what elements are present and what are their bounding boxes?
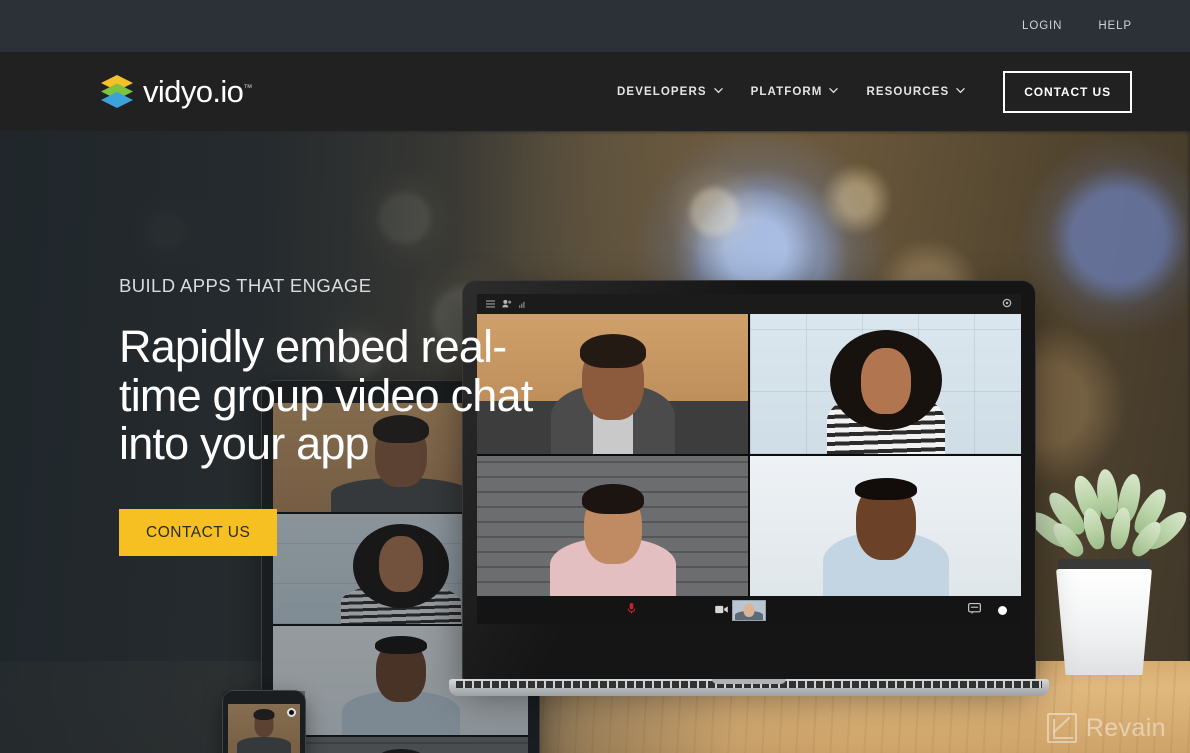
chevron-down-icon	[713, 86, 723, 95]
succulent-plant	[1024, 443, 1190, 675]
control-bar-right-icons	[968, 601, 1007, 619]
login-link[interactable]: LOGIN	[1022, 20, 1062, 32]
laptop-base	[449, 679, 1049, 696]
nav-item-resources[interactable]: RESOURCES	[852, 76, 979, 108]
trademark-symbol: ™	[243, 82, 253, 93]
brand-name: vidyo.io™	[143, 76, 252, 107]
hero-section: BUILD APPS THAT ENGAGE Rapidly embed rea…	[0, 131, 1190, 753]
site-header: vidyo.io™ DEVELOPERS PLATFORM RESOURCES	[0, 52, 1190, 131]
participant-top-right[interactable]	[750, 314, 1021, 454]
phone-video-call	[223, 691, 305, 753]
mic-muted-icon[interactable]	[627, 601, 636, 619]
camera-icon[interactable]	[715, 601, 728, 619]
chat-icon[interactable]	[968, 601, 981, 619]
hero-eyebrow: BUILD APPS THAT ENGAGE	[119, 275, 372, 296]
nav-item-developers[interactable]: DEVELOPERS	[603, 76, 737, 108]
revain-logo-icon	[1046, 713, 1077, 743]
tablet-participant-4[interactable]	[273, 736, 528, 753]
hero-headline: Rapidly embed real-time group video chat…	[119, 321, 533, 470]
primary-nav: DEVELOPERS PLATFORM RESOURCES CONTACT US	[603, 70, 1190, 113]
chevron-down-icon	[956, 86, 965, 95]
utility-topbar: LOGIN HELP	[0, 0, 1190, 52]
phone-body	[223, 691, 305, 753]
header-contact-us-button[interactable]: CONTACT US	[1003, 70, 1132, 113]
nav-item-label: PLATFORM	[750, 85, 823, 98]
plant-pot	[1056, 569, 1152, 675]
watermark-text: Revain	[1085, 713, 1166, 742]
self-view-thumbnail[interactable]	[732, 599, 766, 621]
nav-item-platform[interactable]: PLATFORM	[737, 76, 853, 108]
nav-item-label: RESOURCES	[866, 85, 950, 98]
phone-screen	[228, 704, 300, 753]
front-camera-icon	[287, 708, 296, 717]
revain-watermark: Revain	[1046, 713, 1166, 743]
hero-copy: BUILD APPS THAT ENGAGE Rapidly embed rea…	[119, 275, 589, 557]
gear-icon[interactable]	[1002, 295, 1012, 313]
stacked-layers-logo-icon	[100, 74, 134, 110]
record-icon[interactable]	[998, 605, 1007, 615]
help-link[interactable]: HELP	[1098, 20, 1132, 32]
participant-bottom-right[interactable]	[750, 456, 1021, 596]
chevron-down-icon	[829, 86, 839, 95]
nav-item-label: DEVELOPERS	[617, 85, 707, 98]
page-root: LOGIN HELP vidyo.io™ DEVELOPERS PLATFORM…	[0, 0, 1190, 753]
video-control-bar	[477, 596, 1021, 624]
laptop-keyboard	[456, 681, 1042, 688]
brand-logo-link[interactable]: vidyo.io™	[100, 74, 252, 110]
hero-contact-us-button[interactable]: CONTACT US	[119, 508, 278, 557]
brand-name-text: vidyo.io	[143, 74, 244, 109]
